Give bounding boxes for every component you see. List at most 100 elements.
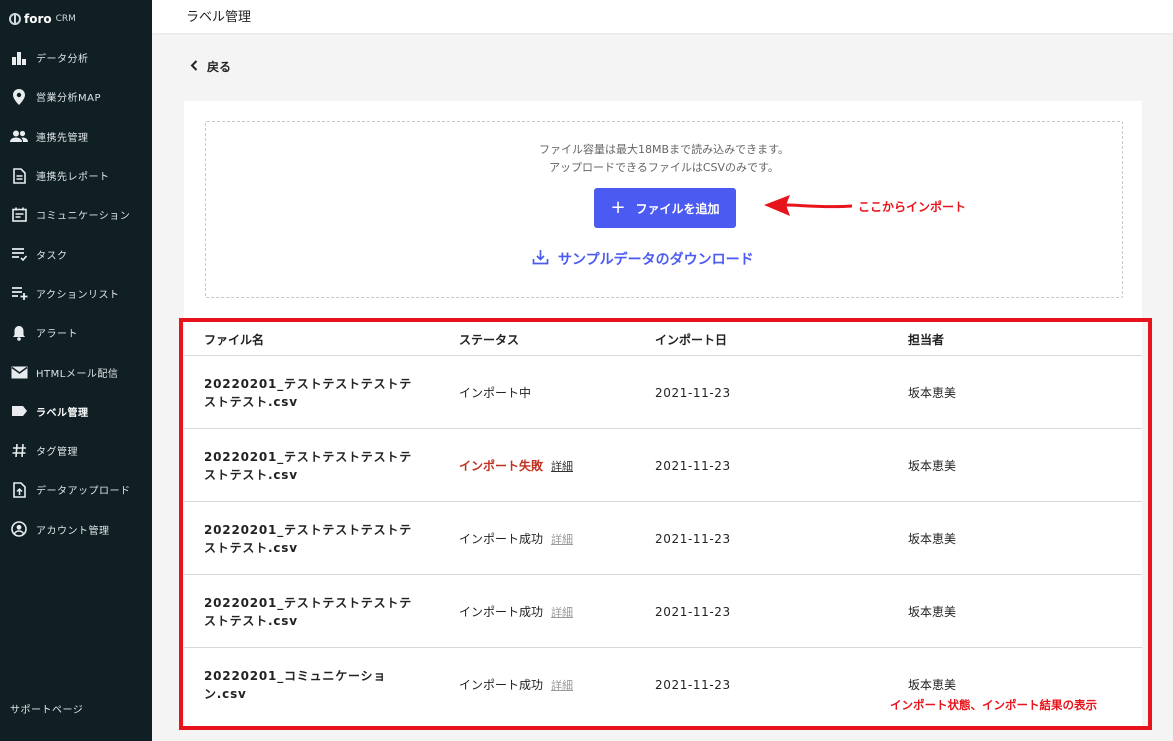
- column-header-status: ステータス: [459, 333, 520, 347]
- owner-cell: 坂本恵美: [908, 605, 957, 619]
- download-icon: [532, 249, 549, 269]
- table-row: 20220201_テストテストテストテ ストテスト.csv インポート中 2021…: [184, 356, 1142, 429]
- status-text-failed: インポート失敗: [459, 459, 544, 473]
- sidebar-nav: データ分析 営業分析MAP 連携先管理 連携先レポート コミュニケーション タス…: [0, 38, 152, 549]
- file-name-cell: 20220201_テストテストテストテ ストテスト.csv: [204, 502, 434, 575]
- import-card: ファイル容量は最大18MBまで読み込みできます。 アップロードできるファイルはC…: [184, 101, 1142, 729]
- detail-link[interactable]: 詳細: [551, 604, 573, 620]
- add-file-button[interactable]: + ファイルを追加: [594, 188, 736, 228]
- sidebar-item-label: データアップロード: [36, 486, 131, 498]
- sidebar-item-communication[interactable]: コミュニケーション: [0, 195, 152, 234]
- sidebar-item-action-list[interactable]: アクションリスト: [0, 274, 152, 313]
- sidebar-item-label: 連携先管理: [36, 132, 89, 144]
- file-name-line: 20220201_テストテストテストテ: [204, 522, 412, 537]
- add-file-label: ファイルを追加: [635, 201, 720, 216]
- account-icon: [10, 520, 28, 538]
- file-name-cell: 20220201_コミュニケーショ ン.csv: [204, 648, 434, 721]
- file-drop-zone[interactable]: ファイル容量は最大18MBまで読み込みできます。 アップロードできるファイルはC…: [205, 121, 1123, 298]
- file-name-cell: 20220201_テストテストテストテ ストテスト.csv: [204, 429, 434, 502]
- sidebar-item-label: アラート: [36, 329, 78, 341]
- document-icon: [10, 167, 28, 185]
- sidebar-item-account[interactable]: アカウント管理: [0, 510, 152, 549]
- sidebar-item-label: 連携先レポート: [36, 172, 110, 184]
- mail-icon: [10, 363, 28, 381]
- status-cell: インポート成功 詳細: [459, 648, 573, 721]
- date-cell: 2021-11-23: [655, 531, 731, 546]
- sidebar-item-data-analysis[interactable]: データ分析: [0, 38, 152, 77]
- sidebar-item-label: タグ管理: [36, 447, 78, 459]
- sidebar-item-partners[interactable]: 連携先管理: [0, 117, 152, 156]
- sidebar-item-alert[interactable]: アラート: [0, 313, 152, 352]
- date-cell: 2021-11-23: [655, 604, 731, 619]
- sidebar-item-data-upload[interactable]: データアップロード: [0, 470, 152, 509]
- table-row: 20220201_テストテストテストテ ストテスト.csv インポート成功 詳細 2…: [184, 575, 1142, 648]
- status-text: インポート中: [459, 386, 532, 400]
- result-annotation: インポート状態、インポート結果の表示: [890, 698, 1097, 712]
- sidebar-item-label: HTMLメール配信: [36, 368, 119, 380]
- people-icon: [10, 127, 28, 145]
- status-text: インポート成功: [459, 678, 544, 692]
- sidebar-item-label: ラベル管理: [36, 407, 89, 419]
- sidebar-item-label: コミュニケーション: [36, 211, 131, 223]
- sidebar-item-tasks[interactable]: タスク: [0, 234, 152, 273]
- task-list-icon: [10, 245, 28, 263]
- file-name-line: ストテスト.csv: [204, 394, 298, 409]
- status-cell: インポート成功 詳細: [459, 502, 573, 575]
- status-text: インポート成功: [459, 532, 544, 546]
- owner-cell: 坂本恵美: [908, 459, 957, 473]
- date-cell: 2021-11-23: [655, 458, 731, 473]
- file-name-line: ストテスト.csv: [204, 467, 298, 482]
- status-cell: インポート失敗 詳細: [459, 429, 573, 502]
- file-name-line: ン.csv: [204, 686, 247, 701]
- annotation-arrow-icon: [764, 195, 853, 216]
- sidebar-item-label-management[interactable]: ラベル管理: [0, 392, 152, 431]
- status-cell: インポート成功 詳細: [459, 575, 573, 648]
- column-header-file: ファイル名: [204, 333, 265, 347]
- import-annotation: ここからインポート: [858, 200, 967, 214]
- sidebar-item-html-mail[interactable]: HTMLメール配信: [0, 352, 152, 391]
- brand-suffix: CRM: [55, 14, 76, 24]
- table-row: 20220201_テストテストテストテ ストテスト.csv インポート失敗 詳細 2…: [184, 429, 1142, 502]
- sidebar-item-label: アクションリスト: [36, 289, 120, 301]
- support-page-link[interactable]: サポートページ: [10, 701, 83, 716]
- page-title: ラベル管理: [186, 10, 252, 25]
- import-table-header: ファイル名 ステータス インポート日 担当者: [184, 322, 1142, 356]
- file-name-cell: 20220201_テストテストテストテ ストテスト.csv: [204, 575, 434, 648]
- detail-link[interactable]: 詳細: [551, 677, 573, 693]
- sidebar-item-label: アカウント管理: [36, 525, 110, 537]
- column-header-owner: 担当者: [908, 333, 945, 347]
- file-name-line: 20220201_テストテストテストテ: [204, 595, 412, 610]
- file-name-line: 20220201_テストテストテストテ: [204, 376, 412, 391]
- status-cell: インポート中: [459, 356, 531, 429]
- top-bar: ラベル管理: [152, 0, 1173, 33]
- back-label: 戻る: [207, 60, 232, 74]
- logo-mark-icon: [9, 13, 21, 25]
- owner-cell: 坂本恵美: [908, 532, 957, 546]
- detail-link[interactable]: 詳細: [551, 458, 573, 474]
- sample-download-link[interactable]: サンプルデータのダウンロード: [532, 249, 754, 269]
- playlist-add-icon: [10, 284, 28, 302]
- sidebar-item-sales-map[interactable]: 営業分析MAP: [0, 77, 152, 116]
- owner-cell: 坂本恵美: [908, 386, 957, 400]
- date-cell: 2021-11-23: [655, 677, 731, 692]
- detail-link[interactable]: 詳細: [551, 531, 573, 547]
- hashtag-icon: [10, 442, 28, 460]
- app-logo[interactable]: foro CRM: [9, 12, 76, 26]
- sidebar-item-label: 営業分析MAP: [36, 93, 101, 105]
- sidebar-item-tag-management[interactable]: タグ管理: [0, 431, 152, 470]
- file-name-line: ストテスト.csv: [204, 540, 298, 555]
- column-header-date: インポート日: [655, 333, 728, 347]
- table-row: 20220201_テストテストテストテ ストテスト.csv インポート成功 詳細 2…: [184, 502, 1142, 575]
- bar-chart-icon: [10, 49, 28, 67]
- plus-icon: +: [610, 197, 626, 218]
- sidebar-item-partner-report[interactable]: 連携先レポート: [0, 156, 152, 195]
- back-link[interactable]: 戻る: [190, 58, 231, 75]
- file-name-line: ストテスト.csv: [204, 613, 298, 628]
- bell-icon: [10, 324, 28, 342]
- chevron-left-icon: [190, 59, 198, 74]
- sample-download-label: サンプルデータのダウンロード: [558, 252, 754, 268]
- upload-icon: [10, 481, 28, 499]
- file-name-cell: 20220201_テストテストテストテ ストテスト.csv: [204, 356, 434, 429]
- map-pin-icon: [10, 88, 28, 106]
- status-text: インポート成功: [459, 605, 544, 619]
